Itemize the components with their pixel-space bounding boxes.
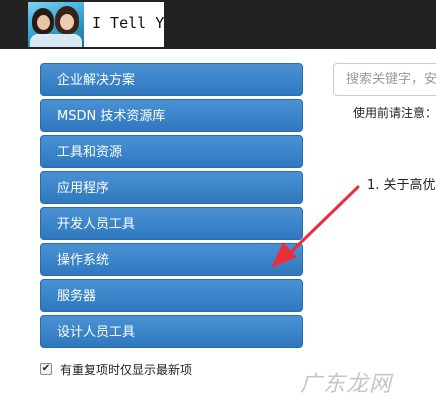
annotation-arrow-icon bbox=[271, 185, 360, 268]
watermark: 广东龙网 bbox=[300, 372, 393, 397]
